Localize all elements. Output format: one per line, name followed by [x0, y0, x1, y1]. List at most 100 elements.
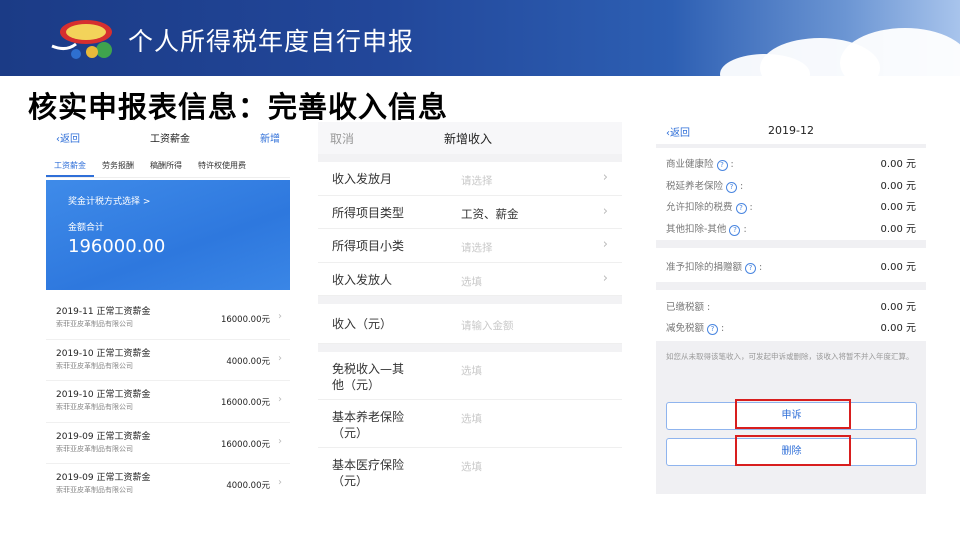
cloud-decoration [840, 28, 960, 76]
income-list: 2019-11 正常工资薪金 索菲亚皮革制品有限公司 16000.00元 › 2… [46, 290, 290, 494]
list-item[interactable]: 2019-10 正常工资薪金 索菲亚皮革制品有限公司 4000.00元 › [46, 340, 290, 381]
field-label: 所得项目类型 [332, 205, 405, 220]
item-amount: 4000.00元 [226, 481, 270, 491]
field-value: 请选择 [461, 242, 493, 254]
item-period: 2019-11 正常工资薪金 [56, 307, 151, 317]
chevron-right-icon: › [602, 270, 608, 286]
item-amount: 4000.00元 [226, 356, 270, 367]
help-icon[interactable]: ? [735, 203, 747, 214]
field-label: 免税收入—其 他（元） [332, 362, 405, 392]
chevron-right-icon: › [602, 237, 608, 252]
item-period: 2019-10 正常工资薪金 [56, 390, 151, 400]
list-item[interactable]: 2019-09 正常工资薪金 索菲亚皮革制品有限公司 4000.00元 › [46, 464, 290, 494]
field-income-subtype[interactable]: 所得项目小类 请选择 › [318, 229, 622, 263]
field-label: 收入发放月 [332, 172, 393, 186]
detail-row: 减免税额? : 0.00 元 [666, 323, 916, 335]
item-amount: 16000.00元 [220, 315, 270, 325]
field-value: 请选择 [461, 175, 493, 187]
field-label: 基本养老保险 （元） [332, 410, 405, 440]
add-income-panel: 取消 新增收入 收入发放月 请选择 › 所得项目类型 工资、薪金 › 所得项目小… [318, 122, 622, 494]
detail-row: 允许扣除的税费? : 0.00 元 [666, 202, 916, 214]
help-icon[interactable]: ? [707, 324, 719, 335]
detail-row: 税延养老保险? : 0.00 元 [666, 180, 916, 193]
total-label: 金额合计 [68, 223, 105, 233]
total-amount: 196000.00 [68, 236, 166, 257]
donation-details: 准予扣除的捐赠额? : 0.00 元 [656, 248, 926, 282]
item-company: 索菲亚皮革制品有限公司 [56, 361, 133, 370]
delete-highlight-box [735, 435, 851, 466]
new-button[interactable]: 新增 [260, 130, 280, 145]
wage-list-panel: ‹返回 工资薪金 新增 工资薪金 劳务报酬 稿酬所得 特许权使用费 奖金计税方式… [46, 122, 290, 494]
item-company: 索菲亚皮革制品有限公司 [56, 320, 133, 328]
list-item[interactable]: 2019-09 正常工资薪金 索菲亚皮革制品有限公司 16000.00元 › [46, 423, 290, 464]
chevron-right-icon: › [278, 435, 282, 447]
list-item[interactable]: 2019-11 正常工资薪金 索菲亚皮革制品有限公司 16000.00元 › [46, 298, 290, 340]
appeal-note: 如您从未取得该笔收入，可发起申诉或删除，该收入将暂不并入年度汇算。 [666, 352, 914, 361]
chevron-right-icon: › [602, 203, 608, 219]
pension-input[interactable]: 选填 [461, 411, 482, 426]
field-payer[interactable]: 收入发放人 选填 › [318, 263, 622, 296]
header-banner: 个人所得税年度自行申报 [0, 0, 960, 76]
cancel-button[interactable]: 取消 [330, 130, 354, 147]
item-company: 索菲亚皮革制品有限公司 [56, 403, 133, 411]
help-icon[interactable]: ? [729, 224, 741, 236]
chevron-right-icon: › [278, 311, 282, 322]
help-icon[interactable]: ? [745, 263, 757, 274]
back-button[interactable]: ‹返回 [666, 124, 690, 139]
tab-royalty[interactable]: 稿酬所得 [142, 152, 190, 177]
item-company: 索菲亚皮革制品有限公司 [56, 444, 133, 453]
nav-title: 工资薪金 [150, 133, 190, 145]
tax-free-income-field[interactable]: 免税收入—其 他（元） 选填 [318, 352, 622, 400]
item-company: 索菲亚皮革制品有限公司 [56, 486, 133, 494]
help-icon[interactable]: ? [716, 160, 728, 171]
pension-field[interactable]: 基本养老保险 （元） 选填 [318, 400, 622, 448]
deduction-details: 商业健康险? : 0.00 元 税延养老保险? : 0.00 元 允许扣除的税费… [656, 148, 926, 240]
income-tabs: 工资薪金 劳务报酬 稿酬所得 特许权使用费 [46, 152, 290, 178]
income-amount-field[interactable]: 收入（元） 请输入金额 [318, 304, 622, 344]
tab-wages[interactable]: 工资薪金 [46, 152, 94, 177]
field-label: 收入发放人 [332, 272, 393, 287]
field-value: 选填 [461, 275, 482, 288]
tax-logo-icon [51, 20, 112, 59]
nav-title: 2019-12 [768, 124, 814, 137]
field-value: 工资、薪金 [461, 206, 519, 221]
detail-row: 已缴税额 : 0.00 元 [666, 301, 916, 313]
medical-input[interactable]: 选填 [461, 459, 482, 474]
help-icon[interactable]: ? [726, 181, 738, 193]
list-item[interactable]: 2019-10 正常工资薪金 索菲亚皮革制品有限公司 16000.00元 › [46, 381, 290, 423]
chevron-right-icon: › [278, 477, 282, 488]
tab-franchise[interactable]: 特许权使用费 [190, 152, 254, 177]
income-basic-group: 收入发放月 请选择 › 所得项目类型 工资、薪金 › 所得项目小类 请选择 › … [318, 162, 622, 296]
nav-bar: 取消 新增收入 [318, 122, 622, 154]
field-label: 所得项目小类 [332, 239, 405, 253]
chevron-right-icon: › [278, 352, 282, 364]
income-amount-input[interactable]: 请输入金额 [461, 318, 514, 333]
nav-title: 新增收入 [444, 132, 493, 146]
nav-bar: ‹返回 工资薪金 新增 [46, 122, 290, 152]
field-income-type[interactable]: 所得项目类型 工资、薪金 › [318, 196, 622, 229]
item-period: 2019-09 正常工资薪金 [56, 431, 151, 442]
chevron-right-icon: › [278, 394, 282, 405]
tab-labor[interactable]: 劳务报酬 [94, 152, 142, 177]
banner-title: 个人所得税年度自行申报 [128, 27, 415, 56]
field-pay-month[interactable]: 收入发放月 请选择 › [318, 162, 622, 196]
nav-bar: ‹返回 2019-12 [656, 118, 926, 144]
field-label: 收入（元） [332, 317, 393, 331]
appeal-highlight-box [735, 399, 851, 429]
back-button[interactable]: ‹返回 [56, 130, 80, 145]
item-amount: 16000.00元 [220, 398, 270, 408]
detail-row: 其他扣除-其他? : 0.00 元 [666, 223, 916, 236]
item-amount: 16000.00元 [220, 439, 270, 450]
total-card: 奖金计税方式选择 > 金额合计 196000.00 [46, 180, 290, 290]
item-period: 2019-09 正常工资薪金 [56, 473, 151, 483]
item-period: 2019-10 正常工资薪金 [56, 348, 151, 359]
tax-paid-details: 已缴税额 : 0.00 元 减免税额? : 0.00 元 [656, 289, 926, 341]
chevron-right-icon: › [602, 170, 608, 185]
field-label: 基本医疗保险 （元） [332, 458, 405, 488]
medical-field[interactable]: 基本医疗保险 （元） 选填 [318, 448, 622, 494]
detail-row: 准予扣除的捐赠额? : 0.00 元 [666, 262, 916, 274]
page-subtitle: 核实申报表信息：完善收入信息 [28, 90, 449, 124]
tax-free-income-input[interactable]: 选填 [461, 363, 482, 378]
bonus-method-link[interactable]: 奖金计税方式选择 > [68, 194, 150, 207]
deduction-group: 免税收入—其 他（元） 选填 基本养老保险 （元） 选填 基本医疗保险 （元） 选填 [318, 352, 622, 494]
